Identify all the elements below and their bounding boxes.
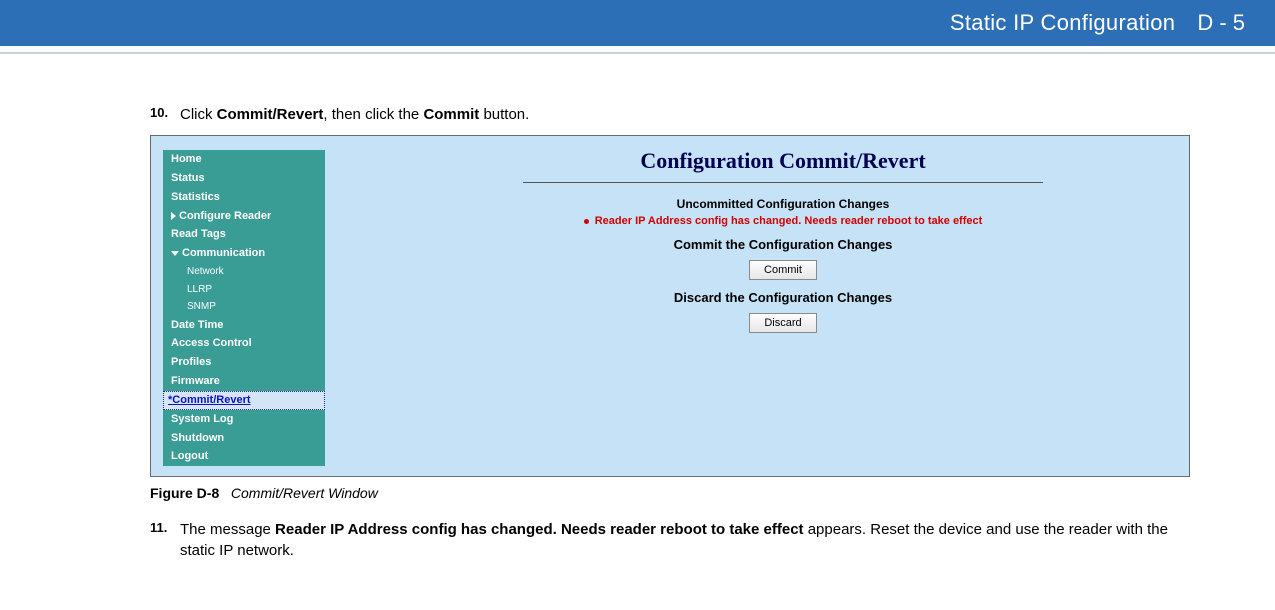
page-header: Static IP Configuration D - 5 — [0, 0, 1275, 46]
sidebar-item-firmware[interactable]: Firmware — [163, 372, 325, 391]
step-10-post: button. — [479, 106, 529, 123]
sidebar-label-configure-reader: Configure Reader — [179, 210, 271, 222]
sidebar-item-access-control[interactable]: Access Control — [163, 334, 325, 353]
step-10: 10. Click Commit/Revert, then click the … — [150, 104, 1195, 125]
triangle-right-icon — [171, 212, 176, 220]
step-11-number: 11. — [150, 519, 180, 561]
sidebar-item-shutdown[interactable]: Shutdown — [163, 429, 325, 448]
uncommitted-header: Uncommitted Configuration Changes — [383, 197, 1183, 211]
sidebar-item-home[interactable]: Home — [163, 150, 325, 169]
step-10-text: Click Commit/Revert, then click the Comm… — [180, 104, 529, 125]
panel-title: Configuration Commit/Revert — [383, 142, 1183, 178]
sidebar-label-communication: Communication — [182, 247, 265, 259]
sidebar-item-status[interactable]: Status — [163, 169, 325, 188]
figure-screenshot: Home Status Statistics Configure Reader … — [150, 135, 1190, 477]
step-11-pre: The message — [180, 521, 275, 538]
app-sidebar: Home Status Statistics Configure Reader … — [163, 150, 325, 466]
sidebar-item-configure-reader[interactable]: Configure Reader — [163, 207, 325, 226]
change-message-text: Reader IP Address config has changed. Ne… — [595, 215, 983, 227]
sidebar-item-read-tags[interactable]: Read Tags — [163, 225, 325, 244]
figure-caption: Figure D-8 Commit/Revert Window — [150, 485, 1195, 501]
sidebar-item-statistics[interactable]: Statistics — [163, 188, 325, 207]
step-11: 11. The message Reader IP Address config… — [150, 519, 1195, 561]
sidebar-item-snmp[interactable]: SNMP — [163, 298, 325, 316]
discard-button[interactable]: Discard — [749, 313, 816, 333]
figure-title: Commit/Revert Window — [231, 485, 378, 501]
step-10-bold2: Commit — [423, 106, 479, 123]
header-page-ref: D - 5 — [1197, 10, 1245, 36]
sidebar-item-date-time[interactable]: Date Time — [163, 316, 325, 335]
figure-label: Figure D-8 — [150, 485, 219, 501]
sidebar-item-profiles[interactable]: Profiles — [163, 353, 325, 372]
commit-header: Commit the Configuration Changes — [383, 237, 1183, 252]
sidebar-item-network[interactable]: Network — [163, 263, 325, 281]
step-10-pre: Click — [180, 106, 217, 123]
discard-header: Discard the Configuration Changes — [383, 290, 1183, 305]
main-panel: Configuration Commit/Revert Uncommitted … — [383, 142, 1183, 333]
sidebar-item-llrp[interactable]: LLRP — [163, 281, 325, 299]
sidebar-item-logout[interactable]: Logout — [163, 447, 325, 466]
triangle-down-icon — [171, 251, 179, 256]
page-content: 10. Click Commit/Revert, then click the … — [0, 54, 1275, 561]
bullet-icon — [584, 219, 589, 224]
step-10-bold1: Commit/Revert — [217, 106, 324, 123]
panel-divider — [523, 182, 1043, 183]
commit-button[interactable]: Commit — [749, 260, 817, 280]
sidebar-item-communication[interactable]: Communication — [163, 244, 325, 263]
step-10-number: 10. — [150, 104, 180, 125]
step-11-bold: Reader IP Address config has changed. Ne… — [275, 521, 804, 538]
sidebar-item-commit-revert[interactable]: *Commit/Revert — [163, 391, 325, 410]
step-11-text: The message Reader IP Address config has… — [180, 519, 1195, 561]
sidebar-item-system-log[interactable]: System Log — [163, 410, 325, 429]
change-message: Reader IP Address config has changed. Ne… — [383, 215, 1183, 227]
step-10-mid: , then click the — [323, 106, 423, 123]
header-title: Static IP Configuration — [950, 10, 1175, 36]
